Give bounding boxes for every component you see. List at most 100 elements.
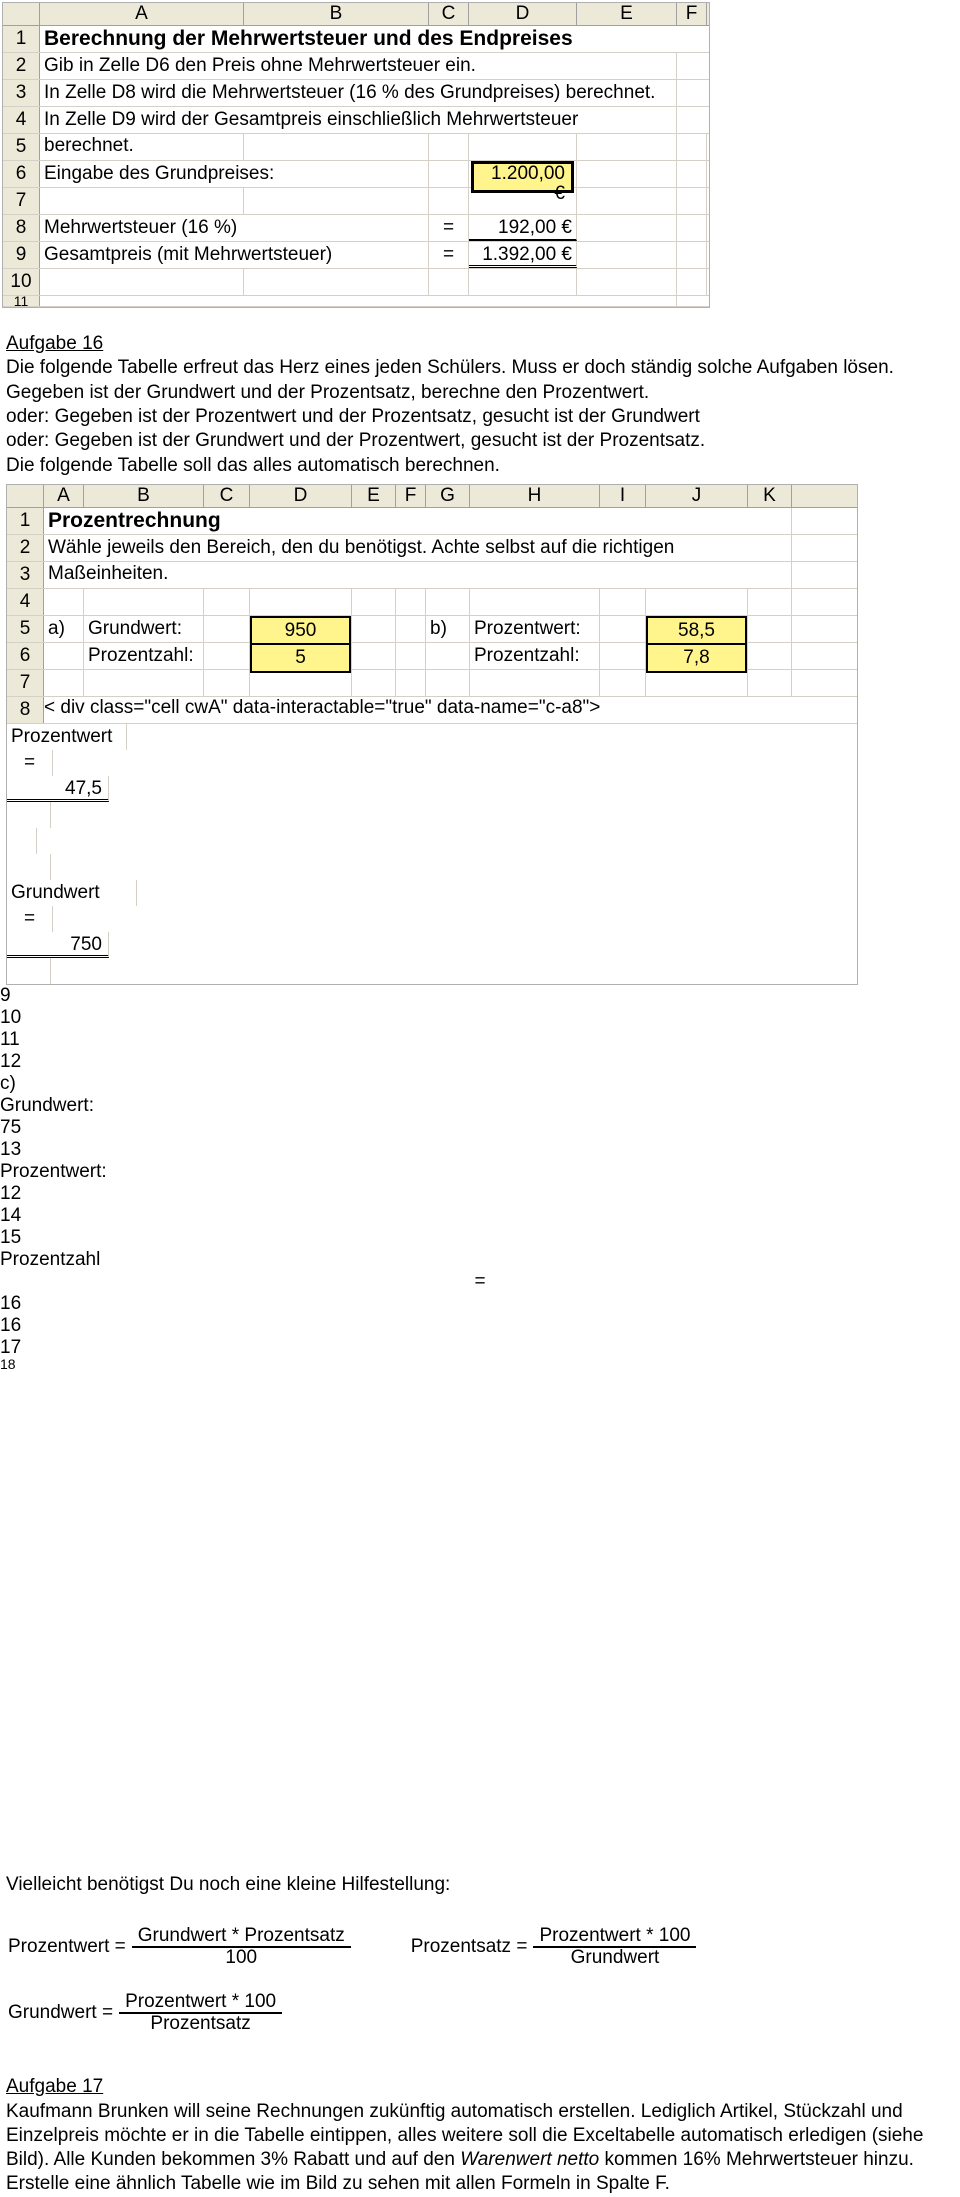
select-all-corner[interactable] <box>7 485 44 507</box>
row-11[interactable]: 11 <box>3 296 40 306</box>
c-e5[interactable] <box>352 616 396 642</box>
c-i4[interactable] <box>600 589 646 615</box>
ex2-title[interactable]: Prozentrechnung <box>44 508 792 534</box>
col-H[interactable]: H <box>470 485 600 507</box>
cell-f10[interactable] <box>677 269 707 295</box>
c-c4[interactable] <box>204 589 250 615</box>
cell-f9[interactable] <box>677 242 707 268</box>
row-3[interactable]: 3 <box>3 80 40 106</box>
a-pw-label[interactable]: Prozentwert <box>7 724 127 750</box>
cell-e6[interactable] <box>577 161 677 187</box>
c-k6[interactable] <box>748 643 792 669</box>
c-g6[interactable] <box>426 643 470 669</box>
col-F[interactable]: F <box>396 485 426 507</box>
c-i6[interactable] <box>600 643 646 669</box>
c-d4[interactable] <box>250 589 352 615</box>
c-k5[interactable] <box>748 616 792 642</box>
c-c6[interactable] <box>204 643 250 669</box>
cell-f7[interactable] <box>677 188 707 214</box>
b-pw-label[interactable]: Prozentwert: <box>470 616 600 642</box>
a-gw-label[interactable]: Grundwert: <box>84 616 204 642</box>
c-d5[interactable]: 950 <box>250 616 352 642</box>
cell-c8[interactable]: = <box>429 215 469 241</box>
row-16[interactable]: 16 <box>0 1315 960 1337</box>
cell-a6[interactable]: Eingabe des Grundpreises: <box>40 161 429 187</box>
row-17[interactable]: 17 <box>0 1337 960 1359</box>
c-f8[interactable] <box>7 828 37 854</box>
c-f6[interactable] <box>396 643 426 669</box>
col-E[interactable]: E <box>577 3 677 25</box>
row-4[interactable]: 4 <box>3 107 40 133</box>
col-I[interactable]: I <box>600 485 646 507</box>
cell-d8[interactable]: 192,00 € <box>469 215 577 241</box>
col-G[interactable]: G <box>426 485 470 507</box>
a-pz-label[interactable]: Prozentzahl: <box>84 643 204 669</box>
cell-c6[interactable] <box>429 161 469 187</box>
col-F[interactable]: F <box>677 3 707 25</box>
cell-d9[interactable]: 1.392,00 € <box>469 242 577 268</box>
row3-blank[interactable] <box>44 562 792 588</box>
row-3[interactable]: 3 <box>7 562 44 588</box>
row-15[interactable]: 15 <box>0 1227 960 1249</box>
cell-f8[interactable] <box>677 215 707 241</box>
c-b4[interactable] <box>84 589 204 615</box>
cell-d5[interactable] <box>469 134 577 160</box>
cell-c5[interactable] <box>429 134 469 160</box>
col-B[interactable]: B <box>84 485 204 507</box>
col-D[interactable]: D <box>250 485 352 507</box>
c-k4[interactable] <box>748 589 792 615</box>
col-J[interactable]: J <box>646 485 748 507</box>
c-prozentwert-input[interactable]: 12 <box>0 1183 960 1205</box>
b-eq[interactable]: = <box>7 906 53 932</box>
c-pw-label[interactable]: Prozentwert: <box>0 1161 960 1183</box>
c-d13[interactable]: 12 <box>0 1183 960 1205</box>
cell-e5[interactable] <box>577 134 677 160</box>
c-b7[interactable] <box>84 670 204 696</box>
row-6[interactable]: 6 <box>7 643 44 669</box>
c-k8[interactable] <box>7 958 51 984</box>
c-d6[interactable]: 5 <box>250 643 352 669</box>
cell-c7[interactable] <box>429 188 469 214</box>
cell-d7[interactable] <box>469 188 577 214</box>
row-7[interactable]: 7 <box>3 188 40 214</box>
cell-c10[interactable] <box>429 269 469 295</box>
c-e7[interactable] <box>352 670 396 696</box>
row-18[interactable]: 18 <box>0 1359 960 1369</box>
col-K[interactable]: K <box>748 485 792 507</box>
cell-f5[interactable] <box>677 134 707 160</box>
c-i5[interactable] <box>600 616 646 642</box>
c-j6[interactable]: 7,8 <box>646 643 748 669</box>
c-e8[interactable] <box>7 802 51 828</box>
row-11[interactable]: 11 <box>0 1029 960 1051</box>
col-C[interactable]: C <box>429 3 469 25</box>
cell-a9[interactable]: Gesamtpreis (mit Mehrwertsteuer) <box>40 242 429 268</box>
b-gw-label[interactable]: Grundwert <box>7 880 137 906</box>
a-prozentwert-result[interactable]: 47,5 <box>7 776 109 802</box>
cell-a4[interactable]: In Zelle D9 wird der Gesamtpreis einschl… <box>40 107 677 133</box>
a-eq[interactable]: = <box>7 750 53 776</box>
c-a7[interactable] <box>44 670 84 696</box>
cell-e10[interactable] <box>577 269 677 295</box>
row-5[interactable]: 5 <box>3 134 40 160</box>
cell-a5[interactable] <box>40 134 244 160</box>
a-grundwert-input[interactable]: 950 <box>250 616 351 646</box>
col-E[interactable]: E <box>352 485 396 507</box>
c-c5[interactable] <box>204 616 250 642</box>
row-7[interactable]: 7 <box>7 670 44 696</box>
c-label[interactable]: c) <box>0 1073 960 1095</box>
c-e4[interactable] <box>352 589 396 615</box>
cell-e9[interactable] <box>577 242 677 268</box>
cell-d10[interactable] <box>469 269 577 295</box>
row-2[interactable]: 2 <box>7 535 44 561</box>
row-8[interactable]: 8 <box>3 215 40 241</box>
b-prozentzahl-input[interactable]: 7,8 <box>646 643 747 673</box>
a-prozentzahl-input[interactable]: 5 <box>250 643 351 673</box>
c-eq[interactable]: = <box>0 1271 960 1293</box>
ex2-subtitle[interactable]: Wähle jeweils den Bereich, den du benöti… <box>44 535 792 561</box>
c-a6[interactable] <box>44 643 84 669</box>
col-A[interactable]: A <box>40 3 244 25</box>
b-pz-label[interactable]: Prozentzahl: <box>470 643 600 669</box>
row-14[interactable]: 14 <box>0 1205 960 1227</box>
cell-a2[interactable]: Gib in Zelle D6 den Preis ohne Mehrwerts… <box>40 53 677 79</box>
cell-f6[interactable] <box>677 161 707 187</box>
